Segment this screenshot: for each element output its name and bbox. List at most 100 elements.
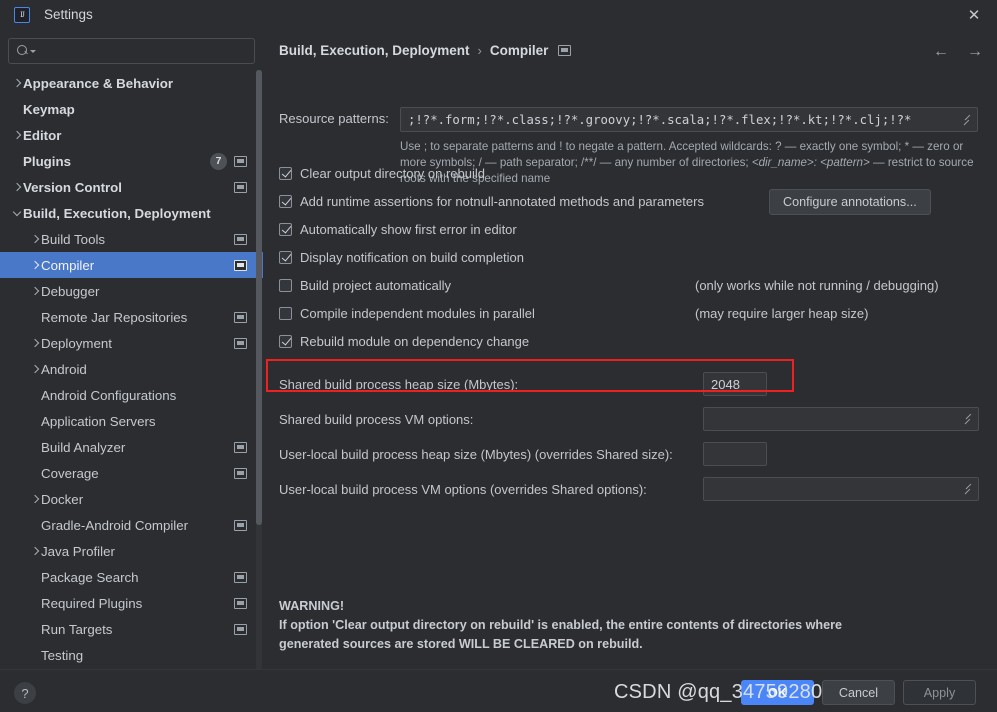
sidebar-item-package-search[interactable]: Package Search [0,564,263,590]
sidebar-item-label: Debugger [41,283,100,299]
chevron-right-icon[interactable] [30,286,41,297]
chevron-right-icon[interactable] [30,234,41,245]
field-input[interactable] [703,477,979,501]
apply-button[interactable]: Apply [903,680,976,705]
chevron-right-icon[interactable] [12,182,23,193]
sidebar-item-remote-jar-repositories[interactable]: Remote Jar Repositories [0,304,263,330]
project-level-icon [234,441,247,453]
checkbox-label: Clear output directory on rebuild [300,165,485,181]
chevron-right-icon[interactable] [30,260,41,271]
sidebar-item-label: Gradle-Android Compiler [41,517,189,533]
ok-button[interactable]: OK [741,680,814,705]
sidebar-scrollbar-thumb[interactable] [256,70,262,525]
field-label: Shared build process VM options: [279,412,474,427]
field-group: Shared build process heap size (Mbytes):… [279,367,989,507]
back-arrow-icon[interactable]: ← [933,43,949,61]
sidebar-item-android-configurations[interactable]: Android Configurations [0,382,263,408]
configure-annotations-button[interactable]: Configure annotations... [769,189,931,215]
chevron-right-icon[interactable] [30,546,41,557]
checkbox-checked-icon[interactable] [279,166,292,180]
sidebar-item-build-analyzer[interactable]: Build Analyzer [0,434,263,460]
sidebar-item-label: Docker [41,491,84,507]
checkbox-row[interactable]: Display notification on build completion [279,243,979,271]
project-level-icon [234,155,247,167]
field-row: Shared build process heap size (Mbytes):… [279,367,989,402]
checkbox-row[interactable]: Automatically show first error in editor [279,215,979,243]
help-line-1: Use ; to separate patterns and ! to nega… [400,140,950,153]
chevron-right-icon[interactable] [12,130,23,141]
checkbox-unchecked-icon[interactable] [279,278,292,292]
sidebar-item-appearance-behavior[interactable]: Appearance & Behavior [0,70,263,96]
sidebar-item-label: Version Control [23,179,122,195]
checkbox-checked-icon[interactable] [279,250,292,264]
field-input[interactable]: 2048 [703,372,767,396]
field-input[interactable] [703,442,767,466]
sidebar-item-label: Editor [23,127,62,143]
sidebar-item-coverage[interactable]: Coverage [0,460,263,486]
cancel-button[interactable]: Cancel [822,680,895,705]
sidebar-item-testing[interactable]: Testing [0,642,263,668]
sidebar-item-label: Coverage [41,465,99,481]
checkbox-row[interactable]: Compile independent modules in parallel (… [279,299,979,327]
sidebar-item-build-execution-deployment[interactable]: Build, Execution, Deployment [0,200,263,226]
settings-tree[interactable]: Appearance & Behavior Keymap Editor Plugins… [0,70,263,669]
search-input[interactable] [36,44,254,58]
sidebar-item-gradle-android-compiler[interactable]: Gradle-Android Compiler [0,512,263,538]
sidebar-item-application-servers[interactable]: Application Servers [0,408,263,434]
project-level-icon [234,623,247,635]
sidebar-item-debugger[interactable]: Debugger [0,278,263,304]
checkbox-row[interactable]: Add runtime assertions for notnull-annot… [279,187,979,215]
checkbox-row[interactable]: Rebuild module on dependency change [279,327,979,355]
field-value: 2048 [711,376,740,392]
sidebar-item-deployment[interactable]: Deployment [0,330,263,356]
sidebar-item-label: Package Search [41,569,139,585]
sidebar-item-label: Remote Jar Repositories [41,309,188,325]
sidebar-item-label: Deployment [41,335,112,351]
checkbox-row[interactable]: Clear output directory on rebuild [279,159,979,187]
sidebar-item-label: Android [41,361,87,377]
content-pane: Build, Execution, Deployment › Compiler … [263,29,997,669]
sidebar-item-docker[interactable]: Docker [0,486,263,512]
chevron-right-icon[interactable] [30,364,41,375]
sidebar-item-android[interactable]: Android [0,356,263,382]
navigation-arrows: ← → [933,43,983,61]
settings-dialog: IJ Settings ✕ Appearance & Behavior Keyma… [0,0,997,712]
sidebar-item-label: Build Analyzer [41,439,126,455]
sidebar-item-label: Application Servers [41,413,156,429]
sidebar-item-build-tools[interactable]: Build Tools [0,226,263,252]
search-box[interactable] [8,38,255,64]
breadcrumb-parent[interactable]: Build, Execution, Deployment [279,43,470,58]
sidebar-item-editor[interactable]: Editor [0,122,263,148]
sidebar-item-label: Java Profiler [41,543,115,559]
close-icon[interactable]: ✕ [951,0,997,29]
sidebar-item-label: Run Targets [41,621,113,637]
checkbox-unchecked-icon[interactable] [279,306,292,320]
sidebar-item-compiler[interactable]: Compiler [0,252,263,278]
chevron-right-icon[interactable] [30,494,41,505]
chevron-right-icon[interactable] [30,338,41,349]
field-row: User-local build process VM options (ove… [279,472,989,507]
field-input[interactable] [703,407,979,431]
sidebar-item-label: Appearance & Behavior [23,75,174,91]
resource-patterns-field[interactable]: ;!?*.form;!?*.class;!?*.groovy;!?*.scala… [400,107,978,132]
checkbox-checked-icon[interactable] [279,222,292,236]
chevron-right-icon[interactable] [12,78,23,89]
sidebar-item-plugins[interactable]: Plugins 7 [0,148,263,174]
checkbox-note: (only works while not running / debuggin… [695,277,939,293]
checkbox-checked-icon[interactable] [279,194,292,208]
sidebar-item-keymap[interactable]: Keymap [0,96,263,122]
sidebar-item-version-control[interactable]: Version Control [0,174,263,200]
checkbox-row[interactable]: Build project automatically (only works w… [279,271,979,299]
checkbox-checked-icon[interactable] [279,334,292,348]
help-button[interactable]: ? [14,682,36,704]
chevron-down-icon[interactable] [12,208,23,219]
expand-icon[interactable] [962,483,974,495]
sidebar-item-java-profiler[interactable]: Java Profiler [0,538,263,564]
expand-icon[interactable] [961,114,973,126]
warning-block: WARNING! If option 'Clear output directo… [279,597,969,654]
expand-icon[interactable] [962,413,974,425]
sidebar-item-required-plugins[interactable]: Required Plugins [0,590,263,616]
sidebar-item-run-targets[interactable]: Run Targets [0,616,263,642]
forward-arrow-icon[interactable]: → [967,43,983,61]
sidebar-item-label: Build Tools [41,231,106,247]
